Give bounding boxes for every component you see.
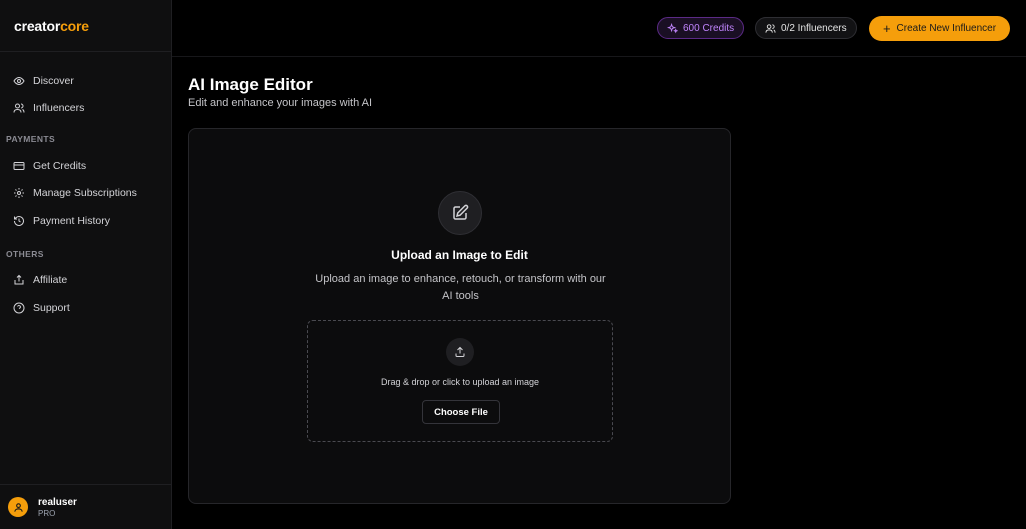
- dropzone-text: Drag & drop or click to upload an image: [380, 377, 540, 387]
- section-label-others: OTHERS: [6, 248, 44, 259]
- sidebar-item-manage-subscriptions[interactable]: Manage Subscriptions: [0, 180, 171, 208]
- card-icon: [13, 160, 25, 172]
- eye-icon: [13, 75, 25, 87]
- sparkles-icon: [667, 22, 678, 33]
- edit-icon: [438, 191, 482, 235]
- user-name: realuser: [38, 496, 77, 508]
- upload-card: Upload an Image to Edit Upload an image …: [188, 128, 731, 504]
- help-icon: [13, 302, 25, 314]
- influencers-badge[interactable]: 0/2 Influencers: [755, 17, 857, 39]
- choose-file-button[interactable]: Choose File: [422, 400, 500, 424]
- upload-description: Upload an image to enhance, retouch, or …: [315, 273, 606, 302]
- share-icon: [13, 274, 25, 286]
- logo[interactable]: creator core: [0, 0, 171, 52]
- avatar: [8, 497, 28, 517]
- credits-badge[interactable]: 600 Credits: [657, 17, 745, 39]
- influencers-label: 0/2 Influencers: [781, 22, 847, 34]
- sidebar-item-influencers[interactable]: Influencers: [0, 95, 171, 123]
- page-title: AI Image Editor: [188, 75, 313, 94]
- sidebar-item-label: Affiliate: [33, 274, 68, 287]
- user-info: realuser PRO: [38, 497, 77, 518]
- sidebar-item-discover[interactable]: Discover: [0, 67, 171, 95]
- sidebar-item-label: Discover: [33, 74, 74, 87]
- sidebar-item-label: Support: [33, 301, 70, 314]
- users-icon: [765, 23, 776, 33]
- top-bar: 600 Credits 0/2 Influencers + Create New…: [172, 0, 1026, 57]
- sidebar-item-label: Manage Subscriptions: [33, 187, 137, 200]
- sidebar-item-label: Get Credits: [33, 159, 87, 172]
- user-profile[interactable]: realuser PRO: [0, 484, 171, 529]
- sidebar-item-payment-history[interactable]: Payment History: [0, 207, 171, 235]
- user-icon: [13, 502, 23, 512]
- sidebar: creator core Discover Influencers PAYMENT…: [0, 0, 172, 529]
- sidebar-item-support[interactable]: Support: [0, 294, 171, 322]
- sidebar-item-get-credits[interactable]: Get Credits: [0, 152, 171, 180]
- app-root: creator core Discover Influencers PAYMENT…: [0, 0, 1026, 529]
- sidebar-item-affiliate[interactable]: Affiliate: [0, 267, 171, 295]
- user-plan: PRO: [38, 508, 56, 518]
- sidebar-item-label: Payment History: [33, 214, 111, 227]
- upload-dropzone[interactable]: Drag & drop or click to upload an image …: [307, 320, 613, 442]
- gear-icon: [13, 187, 25, 199]
- sidebar-nav: Discover Influencers PAYMENTS Get Credit…: [0, 52, 171, 322]
- users-icon: [13, 102, 25, 114]
- create-influencer-button[interactable]: + Create New Influencer: [869, 16, 1010, 41]
- logo-part-2: core: [60, 17, 89, 34]
- credits-label: 600 Credits: [683, 22, 735, 34]
- section-label-payments: PAYMENTS: [6, 134, 56, 144]
- logo-part-1: creator: [14, 17, 61, 34]
- sidebar-item-label: Influencers: [33, 102, 85, 115]
- upload-title: Upload an Image to Edit: [391, 248, 528, 262]
- plus-icon: +: [882, 21, 891, 36]
- page-subtitle: Edit and enhance your images with AI: [188, 97, 373, 109]
- create-influencer-label: Create New Influencer: [896, 23, 997, 34]
- upload-icon: [446, 338, 474, 366]
- history-icon: [13, 215, 25, 227]
